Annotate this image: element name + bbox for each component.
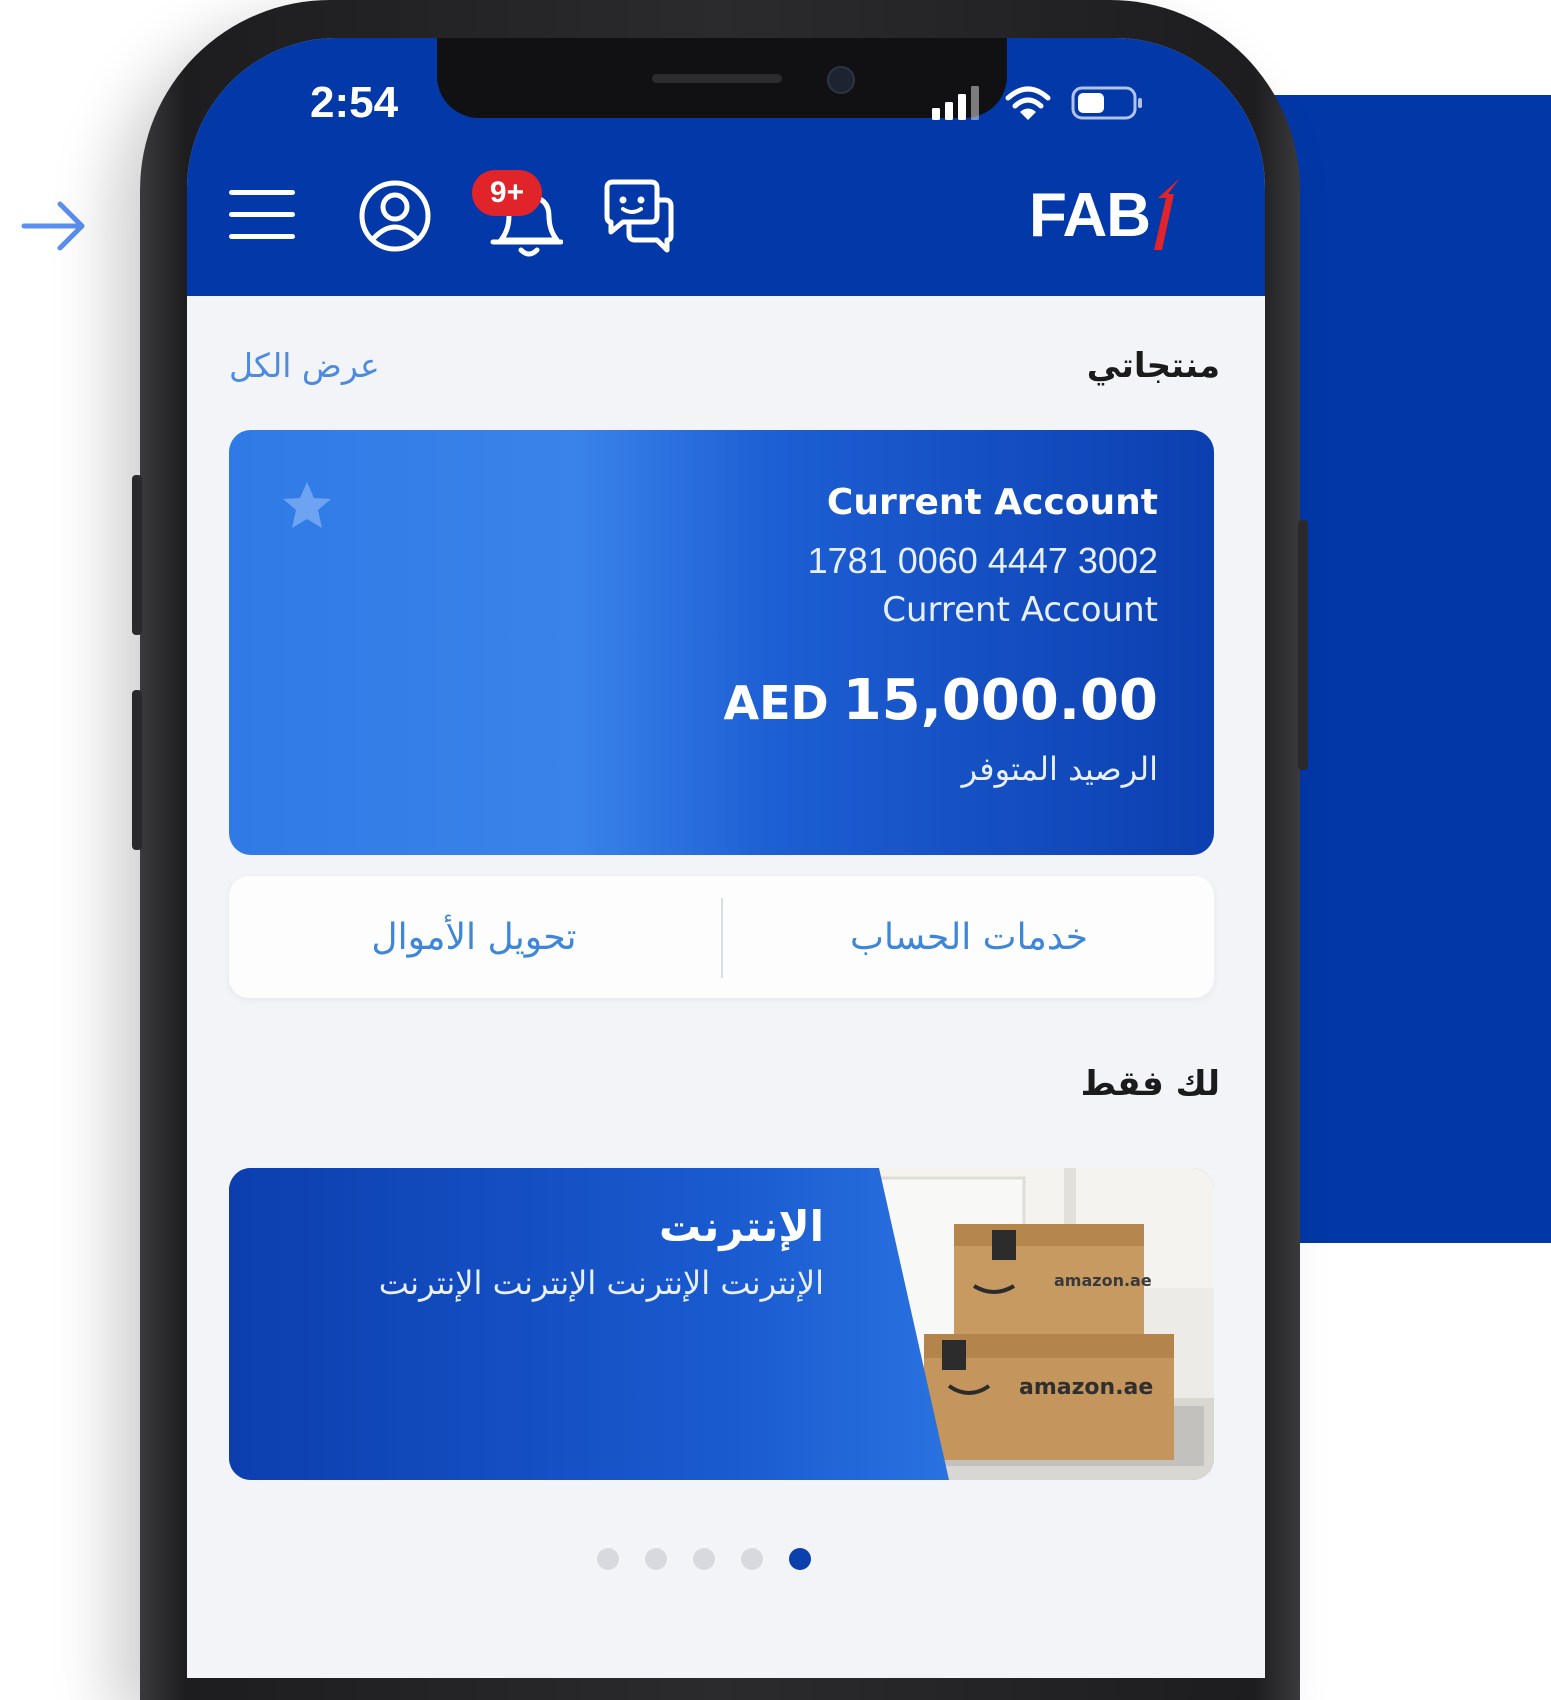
balance-label: الرصيد المتوفر xyxy=(961,750,1158,788)
box-label-bottom: amazon.ae xyxy=(1019,1375,1153,1400)
arrow-right-icon xyxy=(21,201,85,251)
phone-side-button xyxy=(132,690,142,850)
promo-title: الإنترنت xyxy=(659,1202,824,1251)
carousel-dot[interactable] xyxy=(741,1548,763,1570)
phone-screen: 2:54 9+ FAB منتجاتي عرض الكل Current Acc… xyxy=(187,38,1265,1678)
chat-icon[interactable] xyxy=(599,178,677,254)
phone-notch xyxy=(437,38,1007,118)
carousel-dot-active[interactable] xyxy=(789,1548,811,1570)
logo-mark-icon xyxy=(1154,178,1180,250)
phone-side-button xyxy=(132,475,142,635)
account-services-button[interactable]: خدمات الحساب xyxy=(724,876,1214,998)
transfer-money-button[interactable]: تحويل الأموال xyxy=(229,876,719,998)
account-type: Current Account xyxy=(882,590,1158,630)
fab-logo: FAB xyxy=(1029,176,1182,256)
promo-banner[interactable]: amazon.ae amazon.ae الإنترنت الإنترنت ال… xyxy=(229,1168,1214,1480)
notch-speaker xyxy=(652,74,782,83)
carousel-dot[interactable] xyxy=(693,1548,715,1570)
my-products-title: منتجاتي xyxy=(1086,346,1220,386)
status-time: 2:54 xyxy=(310,78,399,127)
account-name: Current Account xyxy=(826,482,1158,523)
signal-icon xyxy=(932,86,979,120)
account-actions: تحويل الأموال خدمات الحساب xyxy=(229,876,1214,998)
promo-blue-overlay xyxy=(229,1168,949,1480)
star-icon[interactable] xyxy=(279,478,335,534)
battery-icon xyxy=(1071,86,1142,120)
balance-currency: AED xyxy=(723,676,829,730)
account-card[interactable]: Current Account 1781 0060 4447 3002 Curr… xyxy=(229,430,1214,855)
promo-text: الإنترنت الإنترنت الإنترنت الإنترنت xyxy=(378,1264,824,1302)
menu-icon[interactable] xyxy=(229,188,299,242)
logo-text: FAB xyxy=(1029,181,1151,250)
wifi-icon xyxy=(1005,86,1051,120)
actions-divider xyxy=(721,898,723,978)
phone-side-button xyxy=(1298,520,1308,770)
notification-badge: 9+ xyxy=(472,170,542,216)
for-you-title: لك فقط xyxy=(1080,1064,1220,1104)
carousel-dots xyxy=(597,1548,811,1570)
balance-amount: 15,000.00 xyxy=(842,668,1158,733)
box-label-top: amazon.ae xyxy=(1054,1271,1152,1290)
account-number: 1781 0060 4447 3002 xyxy=(807,540,1158,581)
view-all-link[interactable]: عرض الكل xyxy=(229,346,380,385)
account-balance: AED 15,000.00 xyxy=(723,668,1158,733)
carousel-dot[interactable] xyxy=(597,1548,619,1570)
carousel-dot[interactable] xyxy=(645,1548,667,1570)
notch-camera xyxy=(827,66,855,94)
profile-icon[interactable] xyxy=(357,178,433,254)
status-icons xyxy=(932,86,1142,120)
app-header: 2:54 9+ FAB xyxy=(187,38,1265,296)
